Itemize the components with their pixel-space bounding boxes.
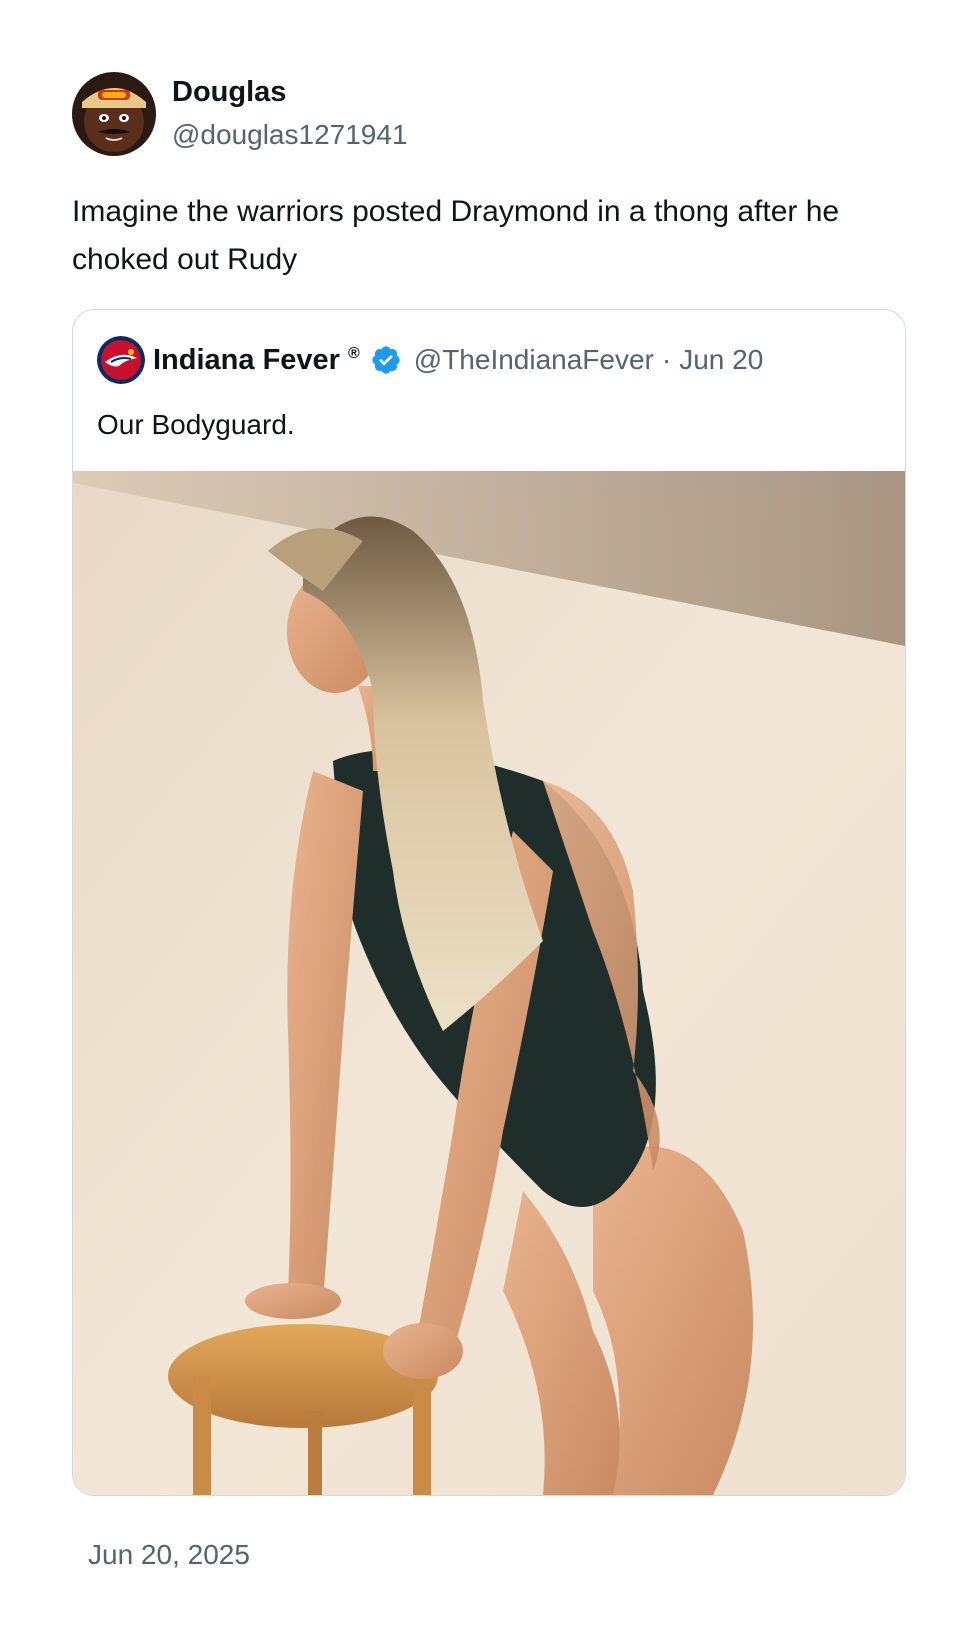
photo-media [73,471,905,1495]
quoted-author-handle[interactable]: @TheIndianaFever [414,344,654,376]
author-handle[interactable]: @douglas1271941 [172,116,408,154]
quoted-tweet-photo[interactable] [73,471,905,1495]
tweet-text: Imagine the warriors posted Draymond in … [72,195,840,276]
tweet-timestamp[interactable]: Jun 20, 2025 [88,1537,250,1573]
author-avatar-image [72,72,156,156]
quoted-author-avatar[interactable] [97,336,145,384]
separator-dot: · [661,344,672,375]
quoted-tweet[interactable]: Indiana Fever ® @TheIndianaFever · Jun 2… [72,309,906,1496]
fever-logo-icon [97,336,145,384]
tweet-card: Douglas @douglas1271941 Imagine the warr… [0,0,970,1652]
author-avatar[interactable] [72,72,156,156]
tweet-author: Douglas @douglas1271941 [72,72,408,156]
registered-mark: ® [347,345,360,362]
quoted-tweet-date[interactable]: Jun 20 [679,344,763,376]
author-info: Douglas @douglas1271941 [172,74,408,154]
quoted-tweet-header: Indiana Fever ® @TheIndianaFever · Jun 2… [97,336,763,384]
quoted-tweet-text: Our Bodyguard. [97,409,295,440]
quoted-author-name[interactable]: Indiana Fever [153,344,340,377]
author-name[interactable]: Douglas [172,74,408,110]
verified-badge-icon [372,346,400,374]
